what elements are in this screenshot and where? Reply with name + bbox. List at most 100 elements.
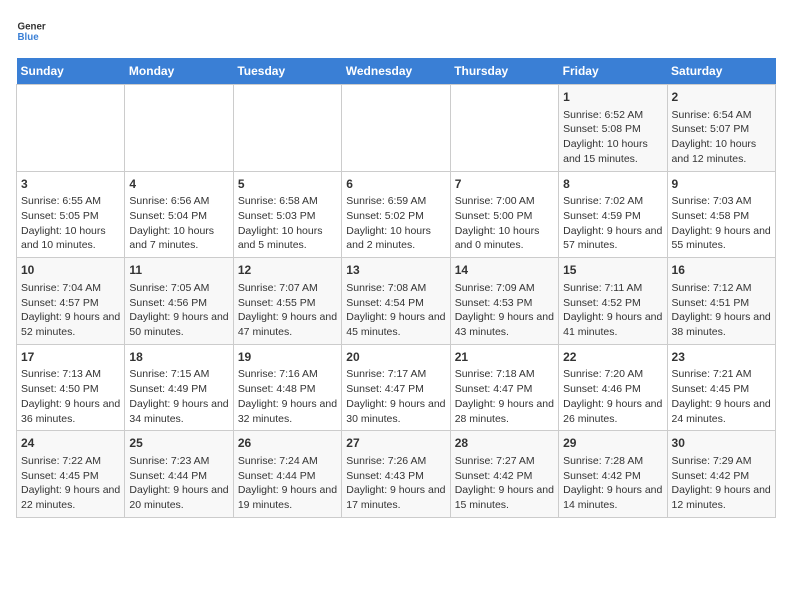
day-info: Sunrise: 7:03 AM Sunset: 4:58 PM Dayligh…	[672, 194, 771, 253]
header-sunday: Sunday	[17, 58, 125, 85]
calendar-cell: 16Sunrise: 7:12 AM Sunset: 4:51 PM Dayli…	[667, 258, 775, 345]
day-info: Sunrise: 7:22 AM Sunset: 4:45 PM Dayligh…	[21, 454, 120, 513]
calendar-cell: 17Sunrise: 7:13 AM Sunset: 4:50 PM Dayli…	[17, 344, 125, 431]
day-info: Sunrise: 7:11 AM Sunset: 4:52 PM Dayligh…	[563, 281, 662, 340]
day-info: Sunrise: 7:09 AM Sunset: 4:53 PM Dayligh…	[455, 281, 554, 340]
calendar-cell: 7Sunrise: 7:00 AM Sunset: 5:00 PM Daylig…	[450, 171, 558, 258]
calendar-cell	[342, 85, 450, 172]
calendar-cell: 20Sunrise: 7:17 AM Sunset: 4:47 PM Dayli…	[342, 344, 450, 431]
week-row-1: 1 Sunrise: 6:52 AM Sunset: 5:08 PM Daylig…	[17, 85, 776, 172]
calendar-cell: 6Sunrise: 6:59 AM Sunset: 5:02 PM Daylig…	[342, 171, 450, 258]
day-number: 4	[129, 176, 228, 193]
day-number: 16	[672, 262, 771, 279]
calendar-cell: 18Sunrise: 7:15 AM Sunset: 4:49 PM Dayli…	[125, 344, 233, 431]
week-row-5: 24 Sunrise: 7:22 AM Sunset: 4:45 PM Dayli…	[17, 431, 776, 518]
day-number: 20	[346, 349, 445, 366]
week-row-4: 17Sunrise: 7:13 AM Sunset: 4:50 PM Dayli…	[17, 344, 776, 431]
day-info: Sunrise: 7:27 AM Sunset: 4:42 PM Dayligh…	[455, 454, 554, 513]
header-monday: Monday	[125, 58, 233, 85]
day-number: 10	[21, 262, 120, 279]
day-info: Sunrise: 7:08 AM Sunset: 4:54 PM Dayligh…	[346, 281, 445, 340]
day-info: Sunrise: 7:20 AM Sunset: 4:46 PM Dayligh…	[563, 367, 662, 426]
day-info: Sunrise: 6:59 AM Sunset: 5:02 PM Dayligh…	[346, 194, 445, 253]
page-header: General Blue	[16, 16, 776, 46]
calendar-cell: 23Sunrise: 7:21 AM Sunset: 4:45 PM Dayli…	[667, 344, 775, 431]
week-row-2: 3Sunrise: 6:55 AM Sunset: 5:05 PM Daylig…	[17, 171, 776, 258]
calendar-cell: 26 Sunrise: 7:24 AM Sunset: 4:44 PM Dayli…	[233, 431, 341, 518]
day-info: Sunrise: 7:21 AM Sunset: 4:45 PM Dayligh…	[672, 367, 771, 426]
calendar-cell: 15 Sunrise: 7:11 AM Sunset: 4:52 PM Dayli…	[559, 258, 667, 345]
day-number: 21	[455, 349, 554, 366]
day-number: 3	[21, 176, 120, 193]
logo-icon: General Blue	[16, 16, 46, 46]
day-info: Sunrise: 7:29 AM Sunset: 4:42 PM Dayligh…	[672, 454, 771, 513]
day-info: Sunrise: 7:02 AM Sunset: 4:59 PM Dayligh…	[563, 194, 662, 253]
day-number: 15	[563, 262, 662, 279]
calendar-cell: 27Sunrise: 7:26 AM Sunset: 4:43 PM Dayli…	[342, 431, 450, 518]
day-number: 12	[238, 262, 337, 279]
day-number: 7	[455, 176, 554, 193]
day-info: Sunrise: 7:07 AM Sunset: 4:55 PM Dayligh…	[238, 281, 337, 340]
day-info: Sunrise: 7:13 AM Sunset: 4:50 PM Dayligh…	[21, 367, 120, 426]
logo: General Blue	[16, 16, 50, 46]
calendar-cell	[125, 85, 233, 172]
calendar-cell: 1 Sunrise: 6:52 AM Sunset: 5:08 PM Daylig…	[559, 85, 667, 172]
day-number: 17	[21, 349, 120, 366]
day-info: Sunrise: 7:05 AM Sunset: 4:56 PM Dayligh…	[129, 281, 228, 340]
day-info: Sunrise: 7:04 AM Sunset: 4:57 PM Dayligh…	[21, 281, 120, 340]
day-number: 29	[563, 435, 662, 452]
day-number: 24	[21, 435, 120, 452]
svg-text:Blue: Blue	[18, 32, 40, 43]
day-info: Sunrise: 7:00 AM Sunset: 5:00 PM Dayligh…	[455, 194, 554, 253]
calendar-cell: 8Sunrise: 7:02 AM Sunset: 4:59 PM Daylig…	[559, 171, 667, 258]
calendar-cell	[17, 85, 125, 172]
calendar-cell: 25 Sunrise: 7:23 AM Sunset: 4:44 PM Dayli…	[125, 431, 233, 518]
day-number: 11	[129, 262, 228, 279]
day-info: Sunrise: 7:16 AM Sunset: 4:48 PM Dayligh…	[238, 367, 337, 426]
day-info: Sunrise: 7:23 AM Sunset: 4:44 PM Dayligh…	[129, 454, 228, 513]
calendar-cell: 24 Sunrise: 7:22 AM Sunset: 4:45 PM Dayli…	[17, 431, 125, 518]
calendar-cell: 2Sunrise: 6:54 AM Sunset: 5:07 PM Daylig…	[667, 85, 775, 172]
day-number: 23	[672, 349, 771, 366]
calendar-cell: 28Sunrise: 7:27 AM Sunset: 4:42 PM Dayli…	[450, 431, 558, 518]
header-tuesday: Tuesday	[233, 58, 341, 85]
calendar-cell: 19Sunrise: 7:16 AM Sunset: 4:48 PM Dayli…	[233, 344, 341, 431]
day-info: Sunrise: 7:24 AM Sunset: 4:44 PM Dayligh…	[238, 454, 337, 513]
day-number: 1	[563, 89, 662, 106]
calendar-cell: 12 Sunrise: 7:07 AM Sunset: 4:55 PM Dayli…	[233, 258, 341, 345]
day-number: 9	[672, 176, 771, 193]
calendar-cell	[450, 85, 558, 172]
day-number: 14	[455, 262, 554, 279]
calendar-table: SundayMondayTuesdayWednesdayThursdayFrid…	[16, 58, 776, 518]
calendar-cell: 21Sunrise: 7:18 AM Sunset: 4:47 PM Dayli…	[450, 344, 558, 431]
day-info: Sunrise: 6:55 AM Sunset: 5:05 PM Dayligh…	[21, 194, 120, 253]
day-info: Sunrise: 6:54 AM Sunset: 5:07 PM Dayligh…	[672, 108, 771, 167]
day-info: Sunrise: 6:52 AM Sunset: 5:08 PM Dayligh…	[563, 108, 662, 167]
day-info: Sunrise: 7:18 AM Sunset: 4:47 PM Dayligh…	[455, 367, 554, 426]
day-info: Sunrise: 6:56 AM Sunset: 5:04 PM Dayligh…	[129, 194, 228, 253]
day-number: 26	[238, 435, 337, 452]
header-saturday: Saturday	[667, 58, 775, 85]
day-number: 19	[238, 349, 337, 366]
day-number: 5	[238, 176, 337, 193]
calendar-cell: 22Sunrise: 7:20 AM Sunset: 4:46 PM Dayli…	[559, 344, 667, 431]
day-number: 8	[563, 176, 662, 193]
day-number: 25	[129, 435, 228, 452]
calendar-cell	[233, 85, 341, 172]
day-number: 18	[129, 349, 228, 366]
svg-text:General: General	[18, 22, 47, 33]
calendar-cell: 3Sunrise: 6:55 AM Sunset: 5:05 PM Daylig…	[17, 171, 125, 258]
day-number: 6	[346, 176, 445, 193]
header-wednesday: Wednesday	[342, 58, 450, 85]
calendar-cell: 30Sunrise: 7:29 AM Sunset: 4:42 PM Dayli…	[667, 431, 775, 518]
day-info: Sunrise: 7:26 AM Sunset: 4:43 PM Dayligh…	[346, 454, 445, 513]
week-row-3: 10 Sunrise: 7:04 AM Sunset: 4:57 PM Dayli…	[17, 258, 776, 345]
calendar-cell: 4Sunrise: 6:56 AM Sunset: 5:04 PM Daylig…	[125, 171, 233, 258]
day-info: Sunrise: 7:15 AM Sunset: 4:49 PM Dayligh…	[129, 367, 228, 426]
header-thursday: Thursday	[450, 58, 558, 85]
day-info: Sunrise: 7:28 AM Sunset: 4:42 PM Dayligh…	[563, 454, 662, 513]
calendar-cell: 14 Sunrise: 7:09 AM Sunset: 4:53 PM Dayli…	[450, 258, 558, 345]
calendar-header-row: SundayMondayTuesdayWednesdayThursdayFrid…	[17, 58, 776, 85]
calendar-cell: 29 Sunrise: 7:28 AM Sunset: 4:42 PM Dayli…	[559, 431, 667, 518]
day-info: Sunrise: 7:17 AM Sunset: 4:47 PM Dayligh…	[346, 367, 445, 426]
